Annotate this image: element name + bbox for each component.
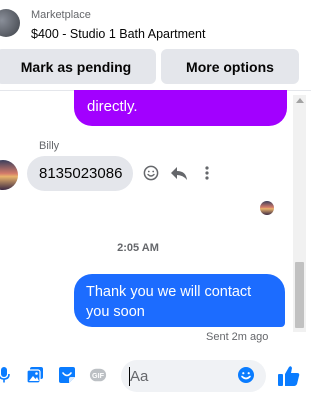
conversation-header: Marketplace $400 - Studio 1 Bath Apartme…: [0, 0, 311, 91]
mark-as-pending-button[interactable]: Mark as pending: [0, 49, 156, 84]
incoming-message-bubble[interactable]: 8135023086: [27, 156, 133, 191]
sender-avatar[interactable]: [0, 160, 18, 190]
message-text: Thank you we will contact you soon: [86, 284, 252, 320]
sent-status: Sent 2m ago: [206, 331, 269, 343]
marketplace-label: Marketplace: [31, 9, 91, 21]
gif-label: GIF: [92, 371, 105, 380]
photo-icon[interactable]: [26, 366, 44, 384]
seen-receipt-avatar: [260, 201, 274, 215]
react-emoji-icon[interactable]: [142, 164, 160, 182]
scrollbar-up-arrow[interactable]: [296, 98, 304, 103]
sticker-icon[interactable]: [58, 366, 76, 384]
text-caret: [129, 367, 130, 386]
message-text: 8135023086: [39, 165, 123, 182]
sender-name: Billy: [39, 140, 60, 152]
more-vertical-icon[interactable]: [198, 164, 216, 182]
reply-icon[interactable]: [170, 164, 188, 182]
microphone-icon[interactable]: [0, 366, 13, 384]
message-timestamp: 2:05 AM: [117, 242, 159, 254]
outgoing-message-bubble[interactable]: directly.: [74, 90, 287, 126]
listing-thumbnail[interactable]: [0, 9, 20, 37]
outgoing-message-bubble[interactable]: Thank you we will contact you soon: [74, 274, 285, 327]
more-options-button[interactable]: More options: [161, 49, 299, 84]
emoji-icon[interactable]: [237, 366, 255, 384]
listing-title[interactable]: $400 - Studio 1 Bath Apartment: [31, 27, 205, 41]
thumbs-up-icon[interactable]: [277, 364, 301, 388]
scrollbar-thumb[interactable]: [295, 262, 304, 328]
message-text: directly.: [87, 98, 138, 115]
gif-icon[interactable]: GIF: [89, 366, 107, 384]
